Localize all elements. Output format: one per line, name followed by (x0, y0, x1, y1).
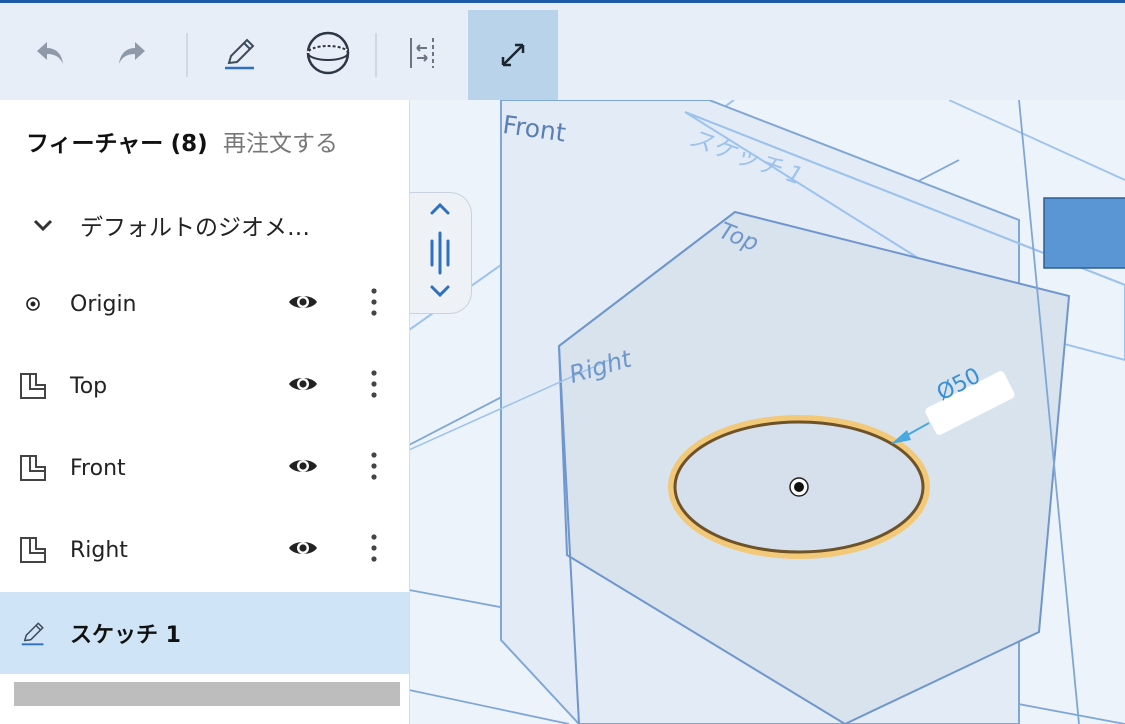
feature-item-right[interactable]: Right (0, 509, 409, 591)
sphere-icon (306, 31, 350, 75)
mate-connector-button[interactable] (386, 15, 458, 91)
feature-item-label: Top (70, 373, 108, 399)
feature-list-panel: フィーチャー (8) 再注文する デフォルトのジオメ… Origin Top F… (0, 100, 410, 724)
primitive-button[interactable] (292, 15, 364, 91)
more-options-icon[interactable] (370, 451, 378, 485)
chevron-down-icon (430, 285, 450, 298)
feature-item-sketch-1[interactable]: スケッチ 1 (0, 592, 409, 674)
more-options-icon[interactable] (370, 369, 378, 403)
toolbar-divider (186, 33, 188, 77)
pencil-icon (225, 38, 255, 70)
origin-icon (18, 289, 48, 319)
split-view-icon (410, 38, 434, 68)
redo-icon (119, 42, 145, 64)
measure-button[interactable] (468, 10, 558, 100)
pencil-icon (18, 618, 48, 648)
visibility-eye-icon[interactable] (288, 291, 318, 317)
toolbar (0, 3, 1125, 101)
measure-icon (501, 43, 525, 67)
feature-item-origin[interactable]: Origin (0, 263, 409, 345)
undo-button[interactable] (14, 15, 86, 91)
reorder-link[interactable]: 再注文する (223, 131, 338, 157)
feature-count: (8) (170, 131, 208, 157)
plane-icon (18, 535, 48, 565)
visibility-eye-icon[interactable] (288, 373, 318, 399)
horizontal-scrollbar[interactable] (14, 682, 400, 706)
resize-grip-icon (430, 231, 450, 275)
panel-collapse-handle[interactable] (408, 192, 472, 314)
more-options-icon[interactable] (370, 287, 378, 321)
group-label: デフォルトのジオメ… (80, 215, 310, 241)
plane-icon (18, 371, 48, 401)
more-options-icon[interactable] (370, 533, 378, 567)
chevron-down-icon (33, 219, 53, 232)
visibility-eye-icon[interactable] (288, 455, 318, 481)
feature-item-top[interactable]: Top (0, 345, 409, 427)
undo-icon (37, 42, 63, 64)
feature-item-label: Right (70, 537, 128, 563)
plane-icon (18, 453, 48, 483)
default-geometry-group[interactable]: デフォルトのジオメ… (0, 200, 409, 250)
redo-button[interactable] (96, 15, 168, 91)
feature-item-label: Front (70, 455, 126, 481)
feature-item-label: Origin (70, 291, 137, 317)
toolbar-divider (375, 33, 377, 77)
feature-item-front[interactable]: Front (0, 427, 409, 509)
model-view (409, 100, 1125, 724)
feature-item-label: スケッチ 1 (70, 623, 181, 648)
panel-title: フィーチャー (26, 131, 164, 157)
visibility-eye-icon[interactable] (288, 537, 318, 563)
sketch-button[interactable] (204, 15, 276, 91)
panel-header: フィーチャー (8) 再注文する (26, 124, 338, 158)
graphics-viewport[interactable]: Front スケッチ 1 Top Right Ø50 (409, 100, 1125, 724)
chevron-up-icon (430, 202, 450, 215)
